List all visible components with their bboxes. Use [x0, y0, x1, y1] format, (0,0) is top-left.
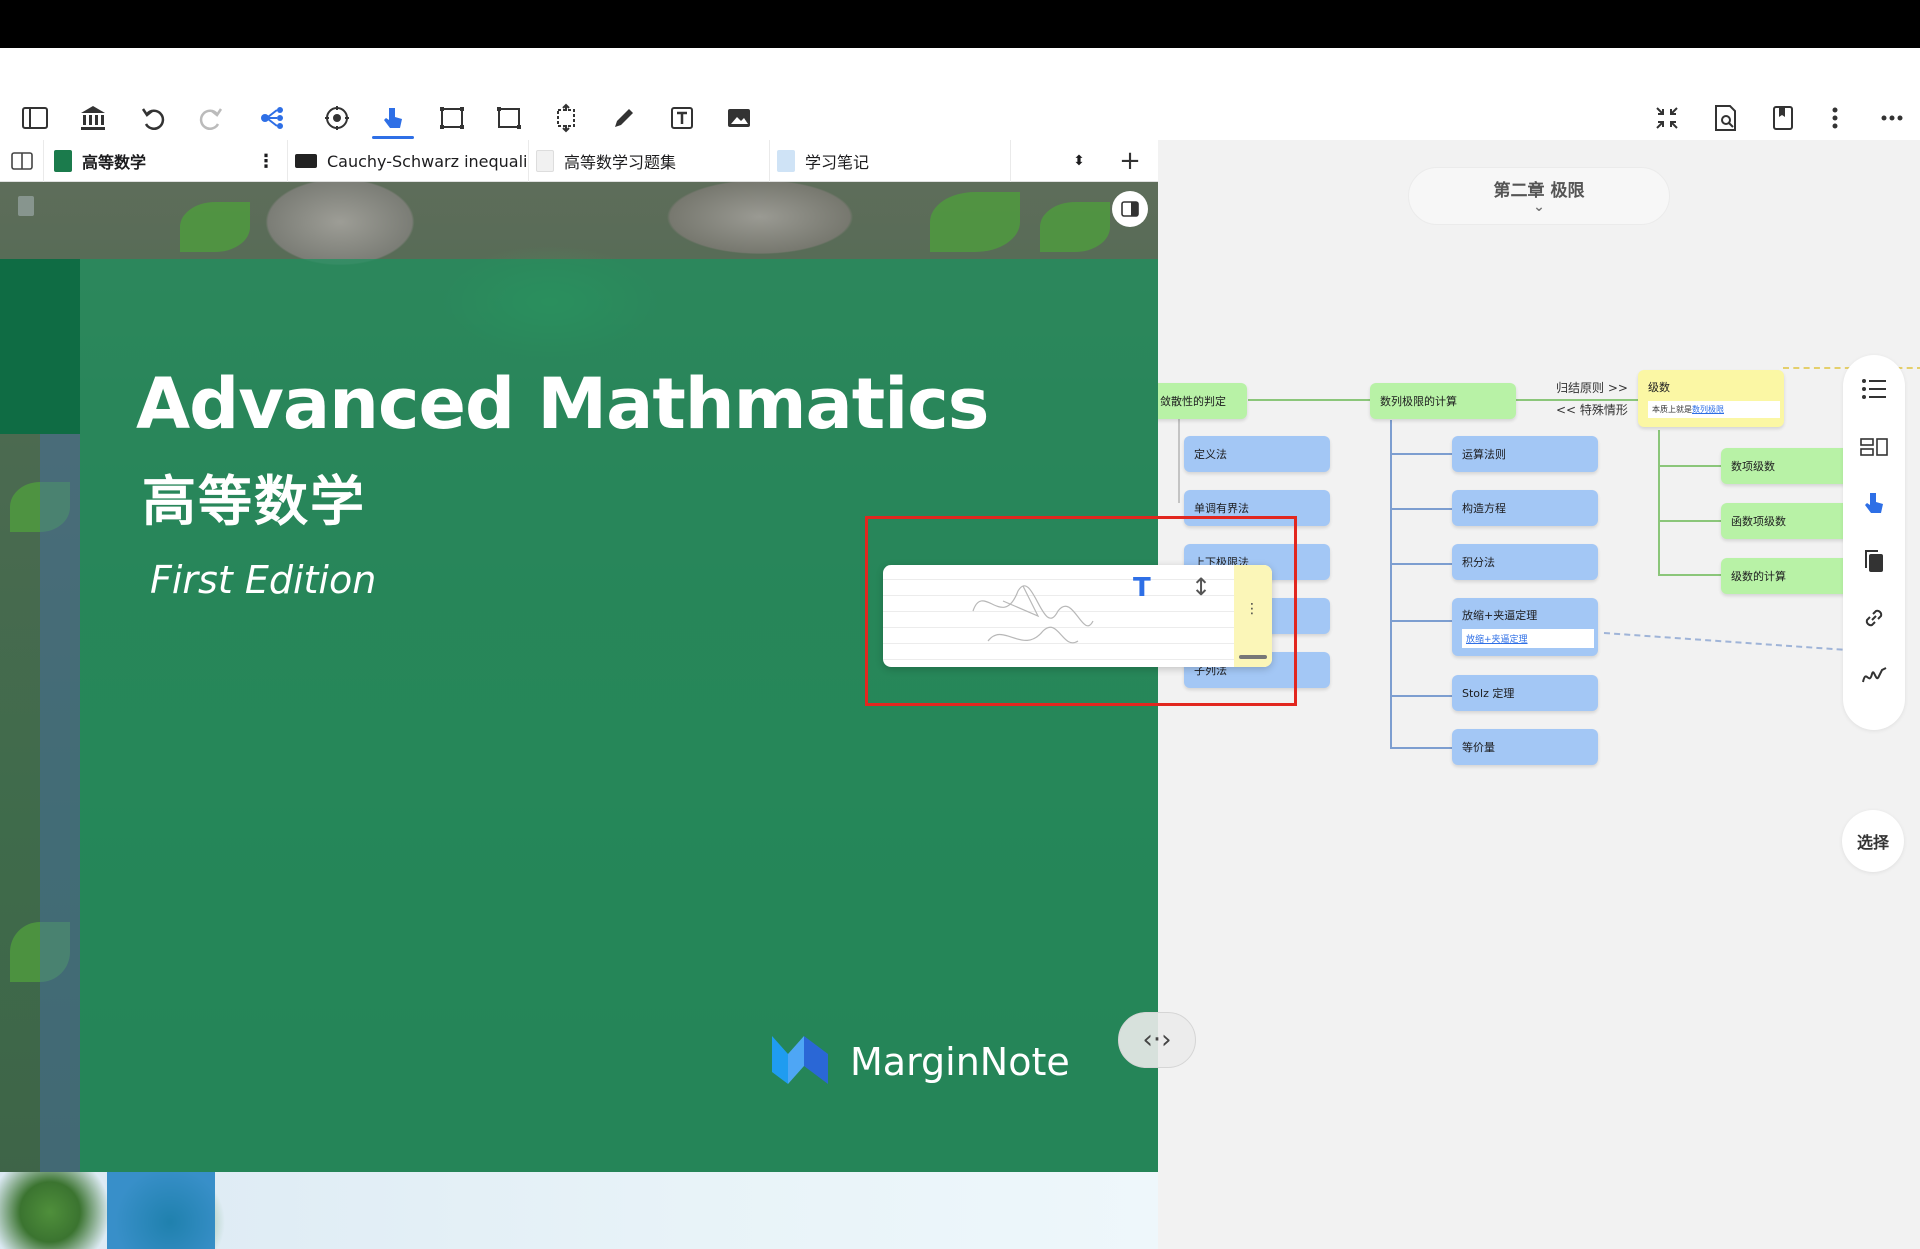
relation-special: << 特殊情形 — [1556, 403, 1628, 417]
cover-title-en: Advanced Mathmatics — [136, 363, 989, 445]
hand-pointer-icon[interactable] — [1858, 487, 1890, 519]
undo-icon[interactable] — [131, 96, 175, 140]
resize-vertical-icon[interactable]: ↕ — [1191, 573, 1211, 601]
document-tab-bar: 高等数学 ⋮ Cauchy-Schwarz inequali... 高等数学习题… — [0, 140, 1158, 182]
connector — [1390, 563, 1460, 565]
node-series[interactable]: 级数 本质上就是数列极限 — [1638, 370, 1784, 427]
tab-label: 学习笔记 — [805, 153, 870, 172]
drag-handle[interactable] — [1239, 655, 1267, 659]
document-viewer[interactable]: Advanced Mathmatics 高等数学 First Edition M… — [0, 182, 1158, 1249]
connector — [1390, 508, 1460, 510]
scribble-icon[interactable] — [1858, 660, 1890, 692]
squeeze-link[interactable]: 放缩+夹逼定理 — [1462, 628, 1594, 648]
search-doc-icon[interactable] — [1703, 96, 1747, 140]
expand-icon[interactable] — [544, 96, 588, 140]
handwriting-card[interactable]: T ↕ ⋮ — [883, 565, 1272, 667]
tab-notes[interactable]: 学习笔记 — [771, 140, 1011, 182]
main-toolbar — [0, 48, 1920, 140]
series-note: 本质上就是数列极限 — [1648, 401, 1780, 418]
leaf-decoration — [180, 202, 250, 252]
connector — [1390, 453, 1460, 455]
next-page-block — [107, 1172, 215, 1249]
split-resize-handle[interactable]: ‹·› — [1118, 1012, 1196, 1068]
publisher-name: MarginNote — [850, 1040, 1070, 1084]
leaf-decoration — [1040, 202, 1110, 252]
node-rules[interactable]: 运算法则 — [1452, 436, 1598, 472]
cover-spine-band — [40, 434, 80, 1172]
outline-list-icon[interactable] — [1858, 373, 1890, 405]
connector — [1390, 420, 1392, 748]
image-icon[interactable] — [717, 96, 761, 140]
node-equiv[interactable]: 等价量 — [1452, 729, 1598, 765]
add-tab-icon[interactable]: + — [1104, 140, 1156, 182]
collapse-icon[interactable] — [1645, 96, 1689, 140]
series-note-link[interactable]: 数列极限 — [1692, 405, 1724, 414]
chapter-selector[interactable]: 第二章 极限 ⌄ — [1408, 167, 1670, 225]
relation-reduction: 归结原则 >> — [1556, 381, 1628, 395]
notebook-icon — [777, 150, 795, 172]
connector — [1658, 430, 1660, 575]
text-format-icon[interactable]: T — [1133, 573, 1151, 603]
active-tool-indicator — [372, 136, 414, 139]
split-arrows-icon: ‹·› — [1142, 1025, 1172, 1055]
node-definition[interactable]: 定义法 — [1184, 436, 1330, 472]
sidebar-icon[interactable] — [13, 96, 57, 140]
connector — [1658, 520, 1728, 522]
connector — [1390, 747, 1460, 749]
tab-exercises[interactable]: 高等数学习题集 — [530, 140, 770, 182]
more-horizontal-icon[interactable] — [1870, 96, 1914, 140]
node-squeeze[interactable]: 放缩+夹逼定理 放缩+夹逼定理 — [1452, 598, 1598, 656]
cover-title-cn: 高等数学 — [142, 470, 366, 533]
layout-icon[interactable] — [1858, 431, 1890, 463]
window-top-bar — [0, 0, 1920, 48]
card-menu-icon[interactable]: ⋮ — [1245, 602, 1259, 616]
tab-advanced-math[interactable]: 高等数学 ⋮ — [48, 140, 288, 182]
pdf-thumb-icon — [295, 154, 317, 168]
connector — [1178, 413, 1180, 503]
copy-icon[interactable] — [1858, 545, 1890, 577]
node-integral[interactable]: 积分法 — [1452, 544, 1598, 580]
node-seq-calc[interactable]: 数列极限的计算 — [1370, 383, 1516, 419]
library-icon[interactable] — [71, 96, 115, 140]
chevron-down-icon: ⌄ — [1533, 199, 1545, 215]
panel-toggle-icon[interactable] — [1112, 191, 1148, 227]
split-view-icon[interactable] — [0, 140, 44, 182]
cover-edition: First Edition — [150, 558, 377, 602]
select-rect-icon[interactable] — [430, 96, 474, 140]
sort-icon[interactable]: ⬍ — [1054, 140, 1104, 182]
book-cover-icon — [54, 150, 72, 172]
select-button[interactable]: 选择 — [1842, 810, 1904, 872]
mindmap-side-panel — [1843, 355, 1905, 730]
pen-icon[interactable] — [602, 96, 646, 140]
crop-icon[interactable] — [487, 96, 531, 140]
tab-label: Cauchy-Schwarz inequali... — [327, 151, 529, 171]
page-bookmark-icon[interactable] — [18, 196, 34, 216]
mindmap-share-icon[interactable] — [250, 96, 294, 140]
node-convergence[interactable]: 敛散性的判定 — [1158, 383, 1247, 419]
settings-cycle-icon[interactable] — [315, 96, 359, 140]
tab-cauchy-schwarz[interactable]: Cauchy-Schwarz inequali... — [289, 140, 529, 182]
doc-thumb-icon — [536, 150, 554, 172]
node-equation[interactable]: 构造方程 — [1452, 490, 1598, 526]
chapter-title: 第二章 极限 — [1493, 181, 1585, 201]
bookmark-icon[interactable] — [1761, 96, 1805, 140]
text-box-icon[interactable] — [660, 96, 704, 140]
leaf-decoration — [930, 192, 1020, 252]
tab-label: 高等数学习题集 — [564, 153, 677, 172]
connector — [1658, 465, 1728, 467]
handwriting-sketch — [972, 585, 1094, 644]
tab-menu-icon[interactable]: ⋮ — [257, 151, 275, 172]
marginnote-logo-icon — [772, 1036, 828, 1084]
node-stolz[interactable]: Stolz 定理 — [1452, 675, 1598, 711]
connector — [1390, 620, 1460, 622]
more-vertical-icon[interactable] — [1813, 96, 1857, 140]
cover-spine — [0, 259, 80, 434]
redo-icon[interactable] — [189, 96, 233, 140]
connector — [1390, 695, 1460, 697]
tab-label: 高等数学 — [82, 153, 147, 172]
connector — [1658, 574, 1728, 576]
hand-pointer-icon[interactable] — [371, 96, 415, 140]
link-icon[interactable] — [1858, 602, 1890, 634]
